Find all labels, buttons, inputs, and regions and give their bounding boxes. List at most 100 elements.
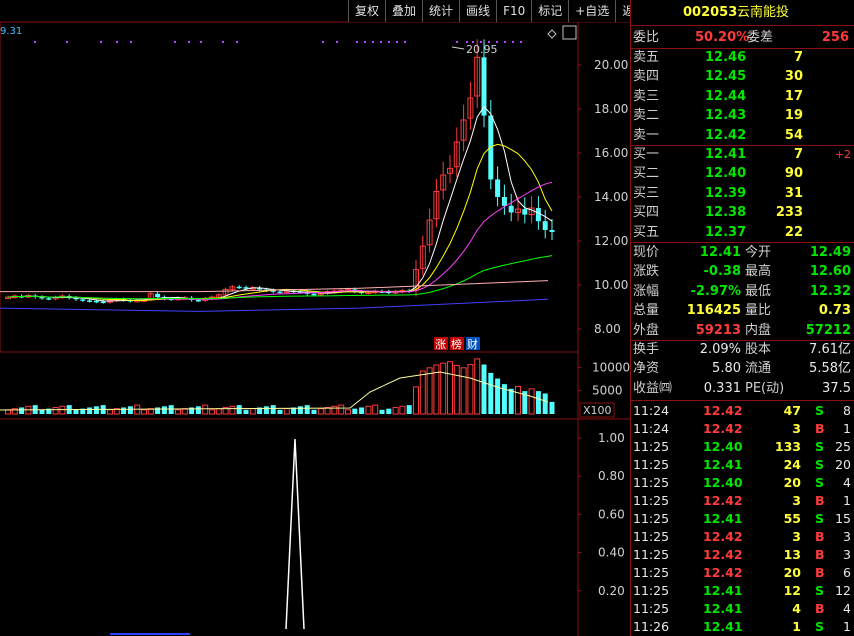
- price-stat-row: 涨幅 -2.97% 最低 12.32: [633, 283, 853, 301]
- volume-bar: [474, 358, 481, 415]
- tick-side: B: [815, 547, 825, 562]
- signal-dot: [380, 41, 382, 43]
- candle-body: [501, 197, 507, 206]
- quote-panel: 002053 云南能投 委比 50.20% 委差 256 卖五 12.46 7 卖四 1…: [630, 0, 854, 636]
- volume-bar: [19, 407, 25, 414]
- tick-price: 12.40: [703, 439, 743, 454]
- stat-label: 最低: [745, 283, 772, 299]
- ask-price: 12.43: [705, 108, 747, 124]
- tick-price: 12.42: [703, 547, 743, 562]
- toolbar-button-6[interactable]: +自选: [568, 0, 616, 22]
- tick-side: S: [815, 439, 825, 454]
- price-stat-row: 涨跌 -0.38 最高 12.60: [633, 263, 853, 281]
- tick-price: 12.42: [703, 421, 743, 436]
- volume-bar: [508, 388, 514, 414]
- tick-time: 11:26: [633, 619, 670, 634]
- tick-count: 15: [835, 511, 851, 526]
- tick-time: 11:25: [633, 511, 670, 526]
- stat-label: 净资: [633, 361, 660, 377]
- indicator-line: [285, 438, 305, 630]
- signal-dot: [174, 41, 176, 43]
- stat-label: 量比: [745, 303, 772, 319]
- signal-dot: [236, 41, 238, 43]
- volume-bar: [155, 407, 161, 414]
- bid-row: 买一 12.41 7 +2: [633, 146, 853, 164]
- high-marker: 20.95: [466, 43, 498, 56]
- stat-value: 12.32: [809, 283, 851, 299]
- bid-price: 12.37: [705, 224, 747, 240]
- volume-bar: [73, 409, 79, 414]
- tick-row: 11:25 12.41 55 S 15: [633, 510, 853, 528]
- tick-side: B: [815, 493, 825, 508]
- stat-value: 59213: [695, 322, 741, 338]
- stock-code: 002053: [683, 5, 738, 20]
- price-tick-label: 14.00: [594, 190, 628, 204]
- volume-bar: [426, 367, 433, 415]
- tick-count: 1: [843, 421, 851, 436]
- weibi-row: 委比 50.20% 委差 256: [633, 30, 849, 45]
- volume-bar: [447, 361, 453, 415]
- toolbar-button-4[interactable]: F10: [496, 0, 532, 22]
- toolbar-button-5[interactable]: 标记: [531, 0, 569, 22]
- diamond-icon: [547, 29, 557, 39]
- tick-row: 11:24 12.42 3 B 1: [633, 420, 853, 438]
- candle-body: [542, 221, 548, 230]
- stock-header: 002053 云南能投: [633, 4, 853, 22]
- ma250-line: [0, 298, 549, 312]
- stat-value: 116425: [686, 303, 741, 319]
- bid-row: 买四 12.38 233: [633, 204, 853, 222]
- bid-row: 买五 12.37 22: [633, 224, 853, 242]
- volume-bar: [345, 409, 351, 415]
- tick-price: 12.42: [703, 565, 743, 580]
- candle-body: [535, 208, 541, 222]
- tick-side: S: [815, 583, 825, 598]
- tick-count: 4: [843, 601, 851, 616]
- signal-dot: [372, 41, 374, 43]
- volume-bar: [243, 409, 249, 414]
- signal-dot: [188, 41, 190, 43]
- kline-chart-panel[interactable]: 20.00 18.00 16.00 14.00 12.00 10.00 8.00 9.31 20…: [0, 0, 653, 636]
- tick-side: B: [815, 421, 825, 436]
- candle-body: [488, 115, 494, 180]
- volume-bar: [161, 406, 167, 414]
- volume-bar: [304, 405, 310, 414]
- volume-bar: [406, 405, 412, 414]
- ma20-line: [7, 181, 553, 300]
- ask-volume: 19: [784, 108, 803, 124]
- stat-value: 12.41: [699, 245, 741, 260]
- bid-label: 买四: [633, 205, 660, 221]
- fundamental-stat-row: 净资 5.80 流通 5.58亿: [633, 360, 853, 378]
- weibi-value: 50.20%: [695, 30, 750, 45]
- volume-bar: [379, 409, 385, 414]
- signal-dot: [322, 41, 324, 43]
- bid-volume: 7: [793, 147, 803, 162]
- toolbar-button-0[interactable]: 复权: [348, 0, 386, 22]
- toolbar-button-2[interactable]: 统计: [422, 0, 460, 22]
- candle-body: [155, 293, 161, 298]
- price-tick-label: 16.00: [594, 146, 628, 160]
- tick-volume: 20: [783, 565, 801, 580]
- volume-bar: [127, 406, 133, 414]
- volume-bar: [495, 378, 501, 414]
- volume-bar: [229, 405, 236, 415]
- volume-bar: [52, 406, 59, 415]
- price-tick-label: 18.00: [594, 102, 628, 116]
- indicator-tick-label: 0.20: [598, 584, 625, 598]
- candle-body: [80, 299, 86, 301]
- toolbar-button-1[interactable]: 叠加: [385, 0, 423, 22]
- tick-price: 12.40: [703, 475, 743, 490]
- tick-volume: 12: [783, 583, 801, 598]
- stat-label: 涨跌: [633, 264, 660, 280]
- ask-price: 12.45: [705, 69, 747, 85]
- signal-dot: [512, 41, 514, 43]
- stat-value: -2.97%: [690, 283, 742, 299]
- tick-count: 25: [835, 439, 851, 454]
- tick-time: 11:25: [633, 583, 670, 598]
- volume-bar: [121, 407, 127, 414]
- volume-bar: [467, 364, 474, 415]
- bid-volume: 22: [784, 224, 803, 240]
- kline-chart[interactable]: 20.00 18.00 16.00 14.00 12.00 10.00 8.00 9.31 20…: [0, 0, 630, 636]
- volume-bar: [399, 405, 406, 415]
- toolbar-button-3[interactable]: 画线: [459, 0, 497, 22]
- badge-1: 榜: [451, 337, 462, 351]
